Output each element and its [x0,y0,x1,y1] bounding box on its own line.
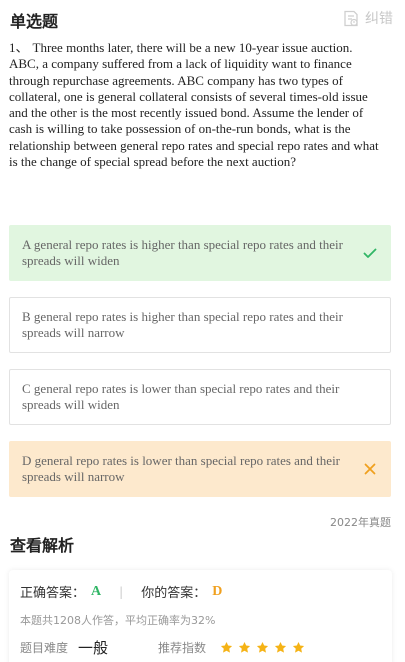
star-icon [220,641,233,653]
report-error-button[interactable]: 纠错 [343,8,393,28]
recommend-stars [220,641,310,654]
answer-separator: | [119,584,124,599]
analysis-title[interactable]: 查看解析 [10,532,74,556]
option-c[interactable]: C general repo rates is lower than speci… [9,369,391,425]
question-source-label: 2022年真题 [330,516,391,529]
question-text: Three months later, there will be a new … [9,40,379,170]
option-a[interactable]: A general repo rates is higher than spec… [9,225,391,281]
option-b-text: B general repo rates is higher than spec… [22,309,343,341]
option-d-text: D general repo rates is lower than speci… [22,453,341,485]
star-icon [238,641,251,653]
star-icon [274,641,287,653]
option-b[interactable]: B general repo rates is higher than spec… [9,297,391,353]
difficulty-label: 题目难度 [20,641,69,655]
difficulty-value: 一般 [78,639,109,657]
answer-row: 正确答案： A | 你的答案： D [20,582,223,602]
report-error-icon [344,10,358,26]
correct-answer-label: 正确答案： [20,586,86,601]
option-d[interactable]: D general repo rates is lower than speci… [9,441,391,497]
header: 单选题 纠错 [0,0,405,36]
report-error-label: 纠错 [365,11,393,27]
correct-answer-value: A [91,583,102,599]
question-number: 1、 [9,40,29,55]
check-icon [363,248,377,258]
your-answer-value: D [212,583,223,599]
analysis-card: 正确答案： A | 你的答案： D 本题共1208人作答，平均正确率为32% 题… [9,570,392,662]
question-stem: 1、 Three months later, there will be a ne… [9,40,381,170]
answer-stats: 本题共1208人作答，平均正确率为32% [20,614,216,627]
close-icon [364,463,376,475]
option-a-text: A general repo rates is higher than spec… [22,237,343,269]
your-answer-label: 你的答案： [141,586,207,601]
recommend-label: 推荐指数 [158,641,207,655]
question-type-title: 单选题 [10,12,59,31]
star-icon [292,641,305,653]
option-c-text: C general repo rates is lower than speci… [22,381,340,413]
star-icon [256,641,269,653]
difficulty-row: 题目难度 一般 推荐指数 [20,637,310,658]
